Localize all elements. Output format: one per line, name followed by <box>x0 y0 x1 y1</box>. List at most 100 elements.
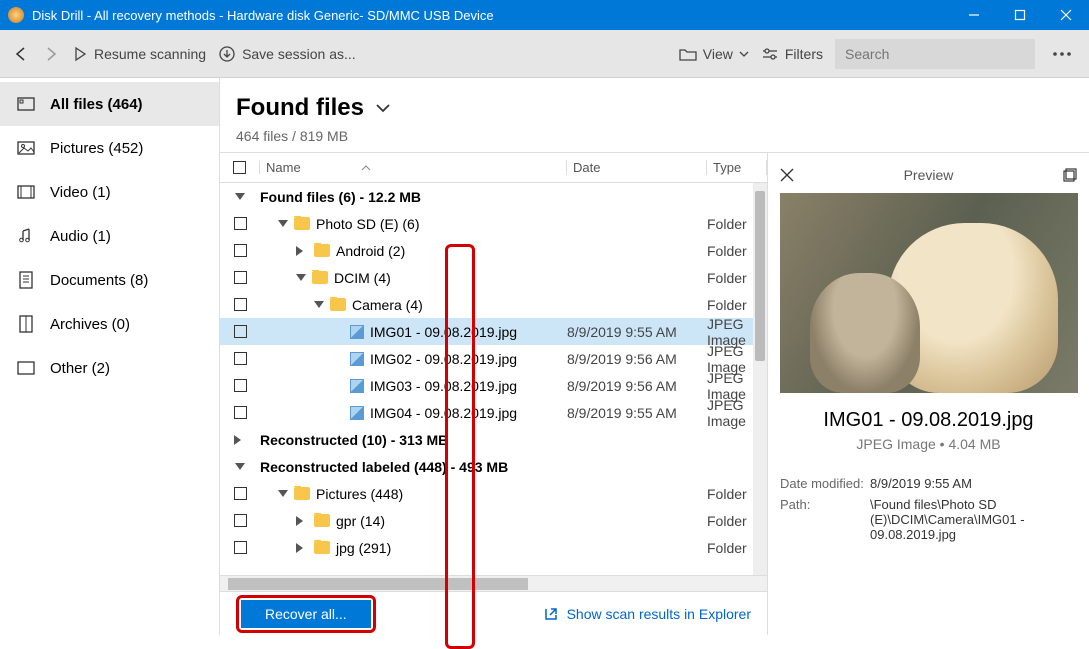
row-checkbox[interactable] <box>234 271 247 284</box>
table-row[interactable]: DCIM (4)Folder <box>220 264 767 291</box>
table-row[interactable]: jpg (291)Folder <box>220 534 767 561</box>
filters-button[interactable]: Filters <box>761 46 823 62</box>
play-icon <box>72 46 88 62</box>
row-name: IMG04 - 09.08.2019.jpg <box>370 405 517 421</box>
table-row[interactable]: Android (2)Folder <box>220 237 767 264</box>
archives-icon <box>16 314 36 334</box>
table-row[interactable]: Pictures (448)Folder <box>220 480 767 507</box>
recover-highlight: Recover all... <box>236 595 376 633</box>
column-name[interactable]: Name <box>260 160 567 175</box>
row-name: IMG03 - 09.08.2019.jpg <box>370 378 517 394</box>
row-checkbox[interactable] <box>234 325 247 338</box>
preview-close-button[interactable] <box>780 168 794 182</box>
expand-toggle-icon[interactable] <box>296 543 308 553</box>
bottom-bar: Recover all... Show scan results in Expl… <box>220 591 767 635</box>
folder-icon <box>679 47 697 61</box>
table-row[interactable]: IMG02 - 09.08.2019.jpg8/9/2019 9:56 AMJP… <box>220 345 767 372</box>
expand-toggle-icon[interactable] <box>278 220 288 227</box>
view-label: View <box>703 46 733 62</box>
row-checkbox[interactable] <box>234 514 247 527</box>
table-header: Name Date Type <box>220 153 767 183</box>
preview-popout-button[interactable] <box>1063 168 1077 182</box>
row-name: IMG02 - 09.08.2019.jpg <box>370 351 517 367</box>
expand-toggle-icon[interactable] <box>235 463 245 470</box>
row-checkbox[interactable] <box>234 406 247 419</box>
column-checkbox[interactable] <box>220 161 260 174</box>
row-checkbox[interactable] <box>234 541 247 554</box>
table-body: Found files (6) - 12.2 MB Photo SD (E) (6… <box>220 183 767 575</box>
expand-toggle-icon[interactable] <box>314 301 324 308</box>
sidebar-item-video[interactable]: Video (1) <box>0 170 219 214</box>
sidebar-item-pictures[interactable]: Pictures (452) <box>0 126 219 170</box>
sidebar-item-archives[interactable]: Archives (0) <box>0 302 219 346</box>
forward-button[interactable] <box>42 45 60 63</box>
row-name: Reconstructed (10) - 313 MB <box>260 432 448 448</box>
folder-icon <box>314 244 330 257</box>
table-row[interactable]: Reconstructed labeled (448) - 493 MB <box>220 453 767 480</box>
close-button[interactable] <box>1043 0 1089 30</box>
table-row[interactable]: IMG04 - 09.08.2019.jpg8/9/2019 9:55 AMJP… <box>220 399 767 426</box>
other-icon <box>16 358 36 378</box>
vertical-scrollbar[interactable] <box>753 183 767 575</box>
folder-icon <box>314 514 330 527</box>
toolbar: Resume scanning Save session as... View … <box>0 30 1089 78</box>
expand-toggle-icon[interactable] <box>235 193 245 200</box>
recover-all-button[interactable]: Recover all... <box>241 600 371 628</box>
preview-pane: Preview IMG01 - 09.08.2019.jpg JPEG Imag… <box>767 153 1089 635</box>
download-icon <box>218 45 236 63</box>
expand-toggle-icon[interactable] <box>296 516 308 526</box>
row-checkbox[interactable] <box>234 352 247 365</box>
table-row[interactable]: IMG01 - 09.08.2019.jpg8/9/2019 9:55 AMJP… <box>220 318 767 345</box>
column-type[interactable]: Type <box>707 160 767 175</box>
column-date[interactable]: Date <box>567 160 707 175</box>
search-input[interactable] <box>835 39 1035 69</box>
table-row[interactable]: Camera (4)Folder <box>220 291 767 318</box>
row-checkbox[interactable] <box>234 487 247 500</box>
row-name: IMG01 - 09.08.2019.jpg <box>370 324 517 340</box>
content-title[interactable]: Found files <box>236 94 1073 122</box>
folder-icon <box>294 487 310 500</box>
expand-toggle-icon[interactable] <box>278 490 288 497</box>
titlebar: Disk Drill - All recovery methods - Hard… <box>0 0 1089 30</box>
row-name: Pictures (448) <box>316 486 403 502</box>
resume-label: Resume scanning <box>94 46 206 62</box>
row-checkbox[interactable] <box>234 244 247 257</box>
row-name: Camera (4) <box>352 297 423 313</box>
show-in-explorer-link[interactable]: Show scan results in Explorer <box>543 606 751 622</box>
more-button[interactable] <box>1047 51 1077 57</box>
table-row[interactable]: Found files (6) - 12.2 MB <box>220 183 767 210</box>
row-name: Photo SD (E) (6) <box>316 216 419 232</box>
sidebar-item-other[interactable]: Other (2) <box>0 346 219 390</box>
back-button[interactable] <box>12 45 30 63</box>
row-checkbox[interactable] <box>234 379 247 392</box>
date-modified-value: 8/9/2019 9:55 AM <box>870 476 1077 491</box>
audio-icon <box>16 226 36 246</box>
pictures-icon <box>16 138 36 158</box>
sidebar-item-documents[interactable]: Documents (8) <box>0 258 219 302</box>
save-session-button[interactable]: Save session as... <box>218 45 356 63</box>
app-icon <box>8 7 24 23</box>
folder-icon <box>294 217 310 230</box>
expand-toggle-icon[interactable] <box>296 246 308 256</box>
video-icon <box>16 182 36 202</box>
maximize-button[interactable] <box>997 0 1043 30</box>
expand-toggle-icon[interactable] <box>234 435 246 445</box>
table-row[interactable]: IMG03 - 09.08.2019.jpg8/9/2019 9:56 AMJP… <box>220 372 767 399</box>
sidebar-item-audio[interactable]: Audio (1) <box>0 214 219 258</box>
save-label: Save session as... <box>242 46 356 62</box>
table-row[interactable]: Photo SD (E) (6)Folder <box>220 210 767 237</box>
table-row[interactable]: gpr (14)Folder <box>220 507 767 534</box>
horizontal-scrollbar[interactable] <box>220 575 767 591</box>
all-files-icon <box>16 94 36 114</box>
row-checkbox[interactable] <box>234 217 247 230</box>
row-name: Found files (6) - 12.2 MB <box>260 189 421 205</box>
expand-toggle-icon[interactable] <box>296 274 306 281</box>
sidebar-item-all-files[interactable]: All files (464) <box>0 82 219 126</box>
folder-icon <box>312 271 328 284</box>
table-row[interactable]: Reconstructed (10) - 313 MB <box>220 426 767 453</box>
resume-scanning-button[interactable]: Resume scanning <box>72 46 206 62</box>
path-label: Path: <box>780 497 870 542</box>
minimize-button[interactable] <box>951 0 997 30</box>
row-checkbox[interactable] <box>234 298 247 311</box>
view-dropdown[interactable]: View <box>679 46 749 62</box>
